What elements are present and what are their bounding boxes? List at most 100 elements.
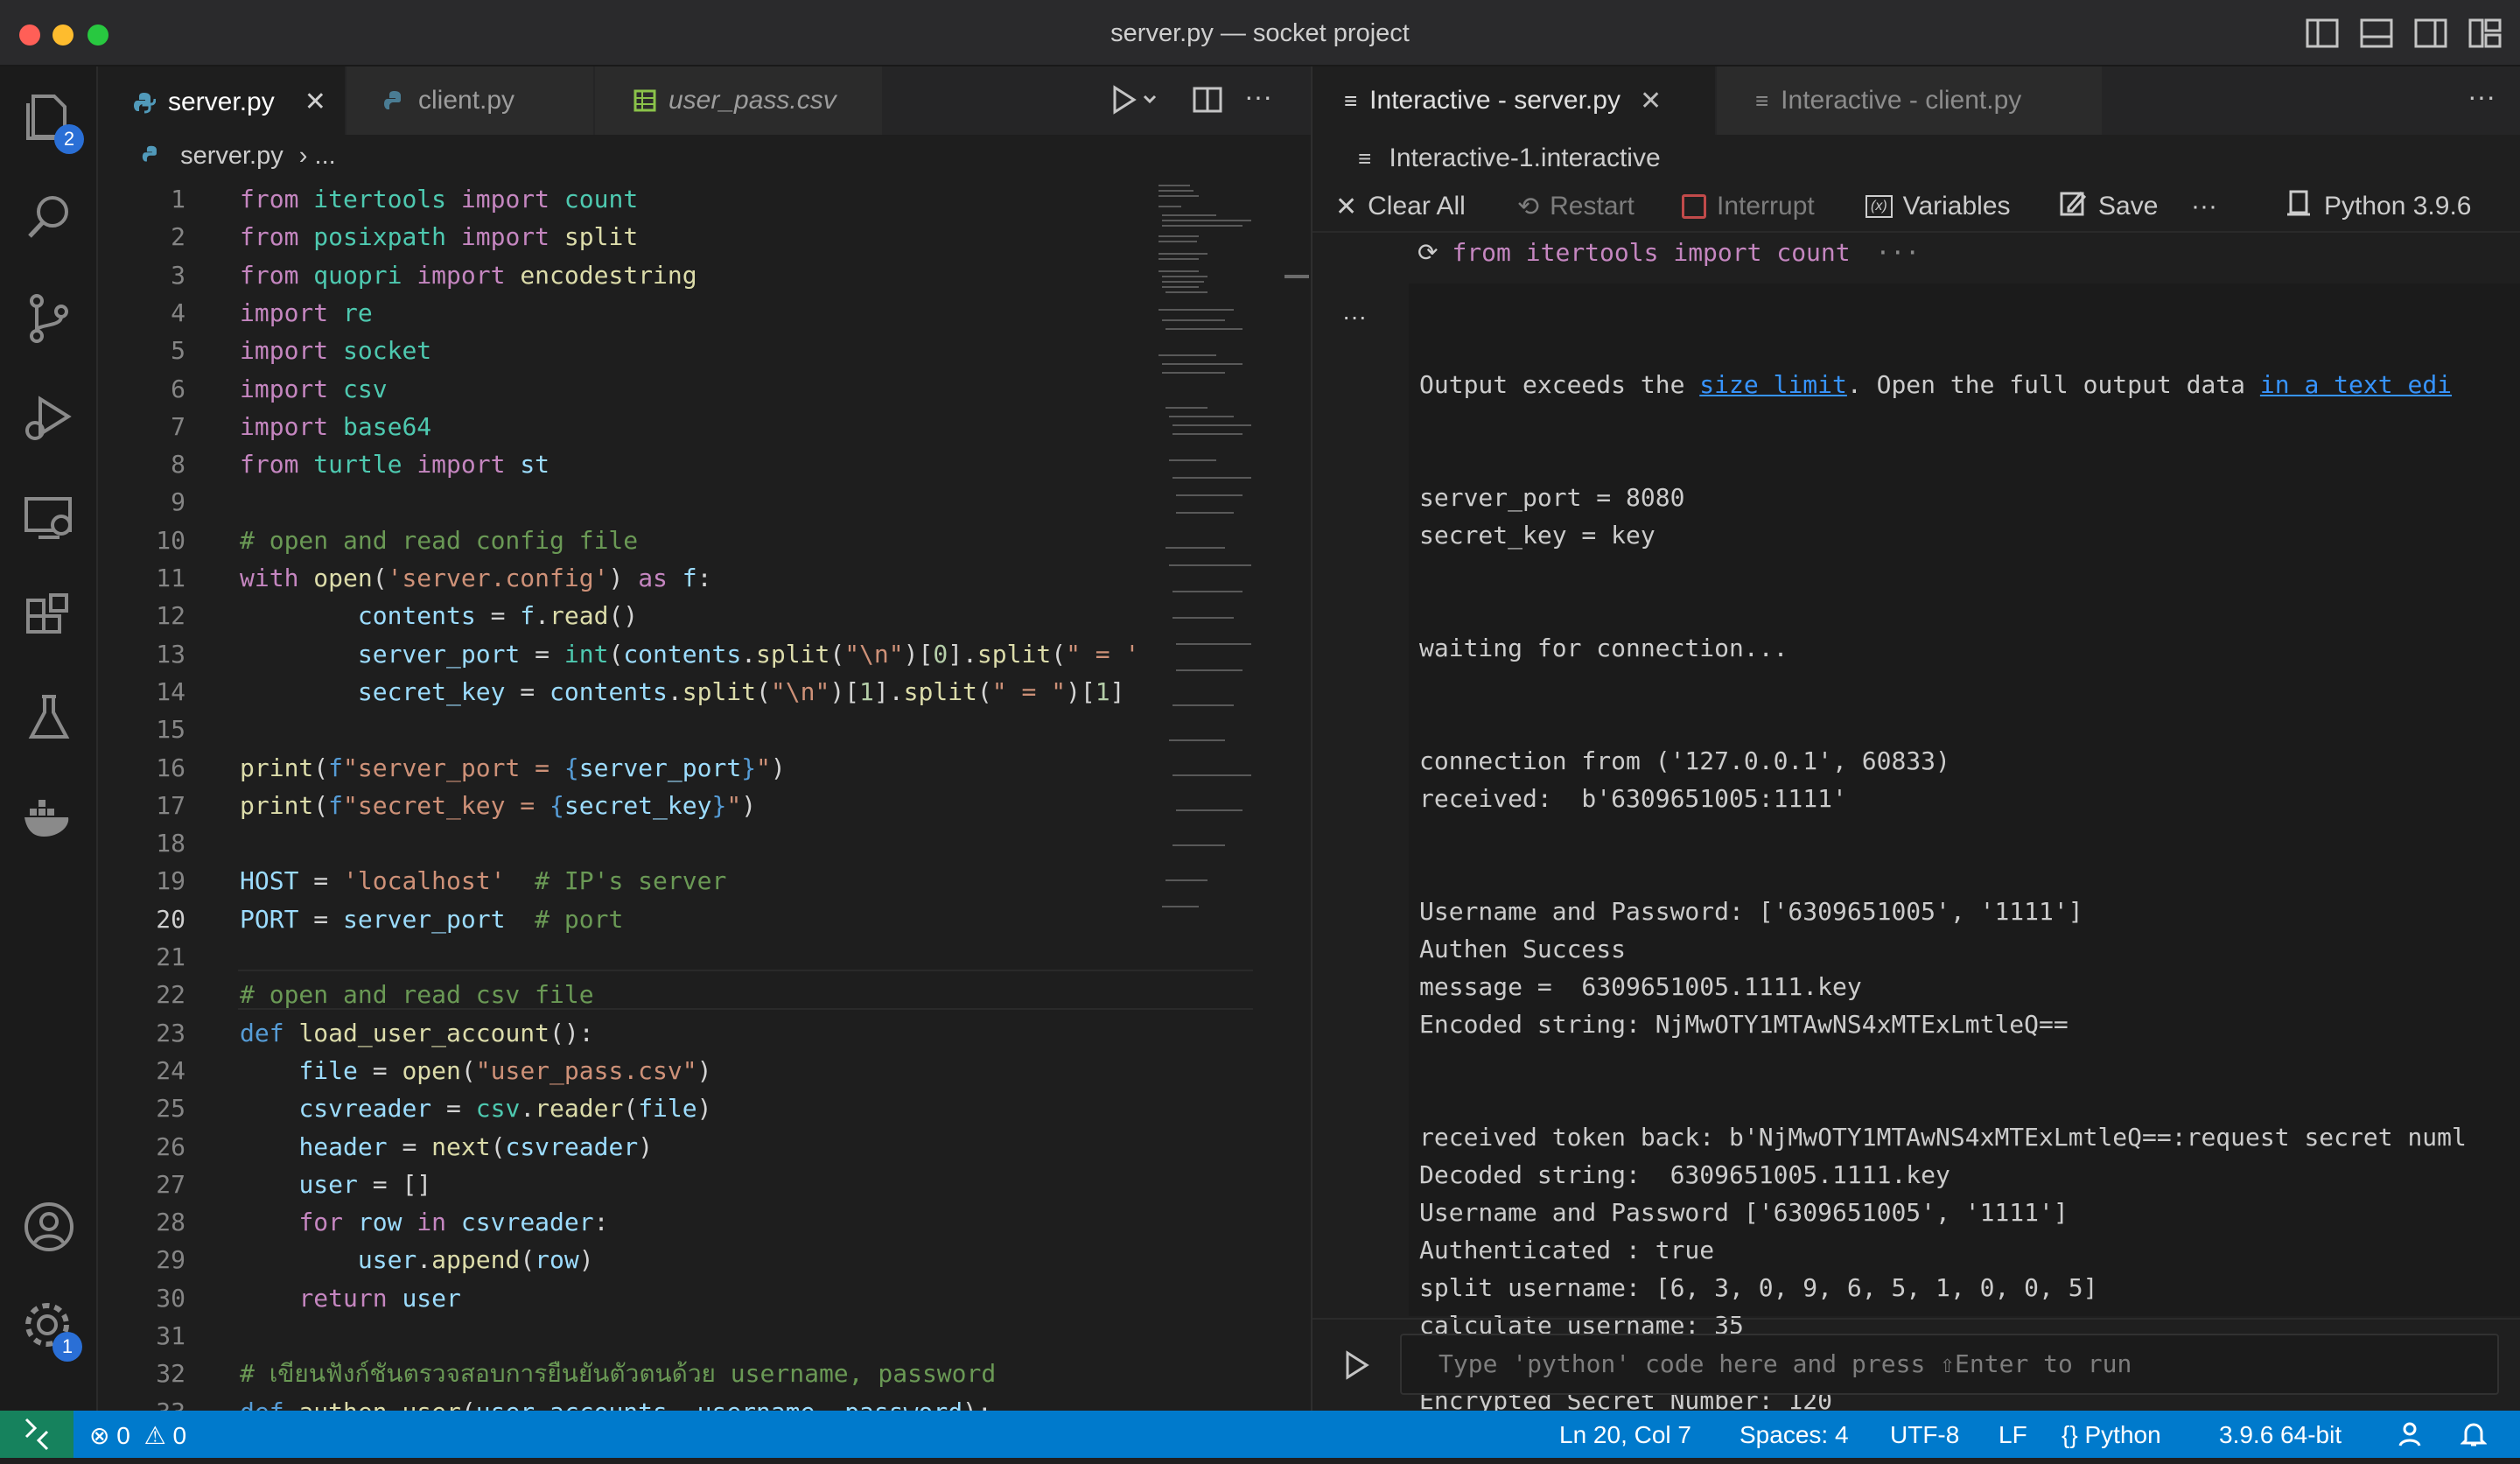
testing-icon[interactable] (21, 690, 77, 746)
code-line[interactable]: 14 secret_key = contents.split("\n")[1].… (98, 673, 1148, 711)
tab-interactive-server[interactable]: ≡ Interactive - server.py ✕ (1312, 67, 1715, 135)
cell-code: from itertools import count (1452, 238, 1851, 267)
tab-label: server.py (168, 87, 275, 116)
interactive-filename[interactable]: Interactive-1.interactive (1390, 144, 1661, 172)
remote-indicator[interactable] (0, 1411, 74, 1458)
code-line[interactable]: 5 import socket (98, 332, 1148, 369)
code-line[interactable]: 2 from posixpath import split (98, 218, 1148, 256)
code-line[interactable]: 29 user.append(row) (98, 1241, 1148, 1278)
code-line[interactable]: 20 PORT = server_port # port (98, 900, 1148, 938)
code-line[interactable]: 23 def load_user_account(): (98, 1014, 1148, 1052)
code-line[interactable]: 18 (98, 824, 1148, 862)
interactive-window: ≡ Interactive - server.py ✕ ≡ Interactiv… (1312, 67, 2520, 1415)
code-line[interactable]: 8 from turtle import st (98, 445, 1148, 483)
tab-client-py[interactable]: client.py (346, 67, 593, 135)
code-line[interactable]: 30 return user (98, 1279, 1148, 1317)
run-python-file-icon[interactable] (1111, 84, 1160, 120)
interrupt-button[interactable]: Interrupt (1682, 192, 1815, 221)
run-debug-icon[interactable] (21, 390, 77, 446)
output-more-icon[interactable]: ··· (1342, 303, 1367, 331)
extensions-icon[interactable] (21, 590, 77, 646)
code-line[interactable]: 24 file = open("user_pass.csv") (98, 1052, 1148, 1089)
line-ending[interactable]: LF (1998, 1421, 2027, 1449)
explorer-icon[interactable]: 2 (21, 88, 84, 154)
split-editor-icon[interactable] (1192, 84, 1223, 120)
code-line[interactable]: 27 user = [] (98, 1166, 1148, 1203)
cell-collapse-more[interactable]: ··· (1875, 238, 1920, 267)
source-control-icon[interactable] (21, 291, 77, 347)
language-mode[interactable]: {} Python (2062, 1421, 2161, 1449)
search-icon[interactable] (21, 189, 77, 245)
variables-label: Variables (1902, 192, 2011, 221)
code-line[interactable]: 16 print(f"server_port = {server_port}") (98, 749, 1148, 787)
toggle-panel-icon[interactable] (2359, 18, 2394, 49)
code-line[interactable]: 21 (98, 938, 1148, 976)
line-source: for row in csvreader: (298, 1208, 609, 1237)
code-line[interactable]: 6 import csv (98, 370, 1148, 408)
more-actions-icon[interactable]: ··· (2468, 81, 2496, 113)
toggle-secondary-sidebar-icon[interactable] (2413, 18, 2448, 49)
restart-button[interactable]: ⟲ Restart (1517, 192, 1634, 222)
code-line[interactable]: 19 HOST = 'localhost' # IP's server (98, 862, 1148, 900)
code-line[interactable]: 3 from quopri import encodestring (98, 256, 1148, 294)
warning-icon: ⚠ (144, 1422, 166, 1449)
code-input[interactable]: Type 'python' code here and press ⇧Enter… (1400, 1334, 2499, 1395)
refresh-icon[interactable]: ⟳ (1418, 238, 1438, 267)
open-text-editor-link[interactable]: in a text edi (2260, 370, 2452, 399)
breadcrumb-file[interactable]: server.py (180, 142, 284, 170)
accounts-icon[interactable] (21, 1199, 77, 1255)
cursor-position[interactable]: Ln 20, Col 7 (1559, 1421, 1691, 1449)
code-line[interactable]: 12 contents = f.read() (98, 597, 1148, 634)
tab-server-py[interactable]: server.py ✕ (98, 67, 345, 135)
code-line[interactable]: 9 (98, 483, 1148, 521)
code-line[interactable]: 32 # เขียนฟังก์ชันตรวจสอบการยืนยันตัวตนด้… (98, 1355, 1148, 1392)
kernel-picker[interactable]: Python 3.9.6 (2284, 188, 2471, 225)
problems-indicator[interactable]: ⊗ 0 ⚠ 0 (89, 1421, 186, 1450)
notifications-bell-icon[interactable] (2460, 1421, 2488, 1453)
tab-label: Interactive - client.py (1781, 86, 2022, 115)
editor-scrollbar[interactable] (1284, 275, 1309, 278)
close-tab-icon[interactable]: ✕ (304, 87, 326, 117)
tab-interactive-client[interactable]: ≡ Interactive - client.py (1717, 67, 2102, 135)
line-number: 20 (156, 904, 186, 934)
code-cell[interactable]: ⟳ from itertools import count ··· (1418, 238, 1920, 267)
size-limit-link[interactable]: size limit (1699, 370, 1847, 399)
clear-all-button[interactable]: ✕ Clear All (1335, 192, 1466, 222)
code-line[interactable]: 31 (98, 1317, 1148, 1355)
layout-controls (2305, 18, 2502, 49)
line-source: PORT = server_port # port (240, 904, 624, 934)
indentation[interactable]: Spaces: 4 (1740, 1421, 1849, 1449)
code-line[interactable]: 17 print(f"secret_key = {secret_key}") (98, 787, 1148, 824)
code-line[interactable]: 26 header = next(csvreader) (98, 1128, 1148, 1166)
cell-output: Output exceeds the size limit. Open the … (1419, 291, 2513, 1419)
customize-layout-icon[interactable] (2468, 18, 2502, 49)
code-line[interactable]: 28 for row in csvreader: (98, 1203, 1148, 1241)
save-button[interactable]: Save (2058, 188, 2158, 225)
output-line: Authen Success (1419, 935, 1627, 963)
docker-icon[interactable] (21, 789, 77, 845)
variables-button[interactable]: (x) Variables (1866, 192, 2011, 221)
tab-user-pass-csv[interactable]: user_pass.csv (595, 67, 882, 135)
run-cell-icon[interactable] (1344, 1349, 1370, 1385)
toggle-primary-sidebar-icon[interactable] (2305, 18, 2340, 49)
code-line[interactable]: 15 (98, 711, 1148, 748)
settings-gear-icon[interactable]: 1 (21, 1299, 82, 1362)
minimap[interactable] (1155, 180, 1260, 968)
code-line[interactable]: 7 import base64 (98, 408, 1148, 445)
code-line[interactable]: 22 # open and read csv file (98, 976, 1148, 1013)
python-interpreter[interactable]: 3.9.6 64-bit (2219, 1421, 2342, 1449)
code-line[interactable]: 13 server_port = int(contents.split("\n"… (98, 635, 1148, 673)
more-toolbar-button[interactable]: ··· (2191, 192, 2217, 221)
more-actions-icon[interactable]: ··· (1244, 81, 1272, 113)
code-line[interactable]: 11 with open('server.config') as f: (98, 559, 1148, 597)
remote-explorer-icon[interactable] (21, 490, 77, 546)
code-line[interactable]: 10 # open and read config file (98, 522, 1148, 559)
feedback-icon[interactable] (2398, 1421, 2426, 1453)
code-line[interactable]: 25 csvreader = csv.reader(file) (98, 1089, 1148, 1127)
code-line[interactable]: 4 import re (98, 294, 1148, 332)
breadcrumb-rest[interactable]: › ... (299, 142, 336, 170)
encoding[interactable]: UTF-8 (1890, 1421, 1959, 1449)
close-tab-icon[interactable]: ✕ (1640, 86, 1662, 116)
code-line[interactable]: 1 from itertools import count (98, 180, 1148, 218)
